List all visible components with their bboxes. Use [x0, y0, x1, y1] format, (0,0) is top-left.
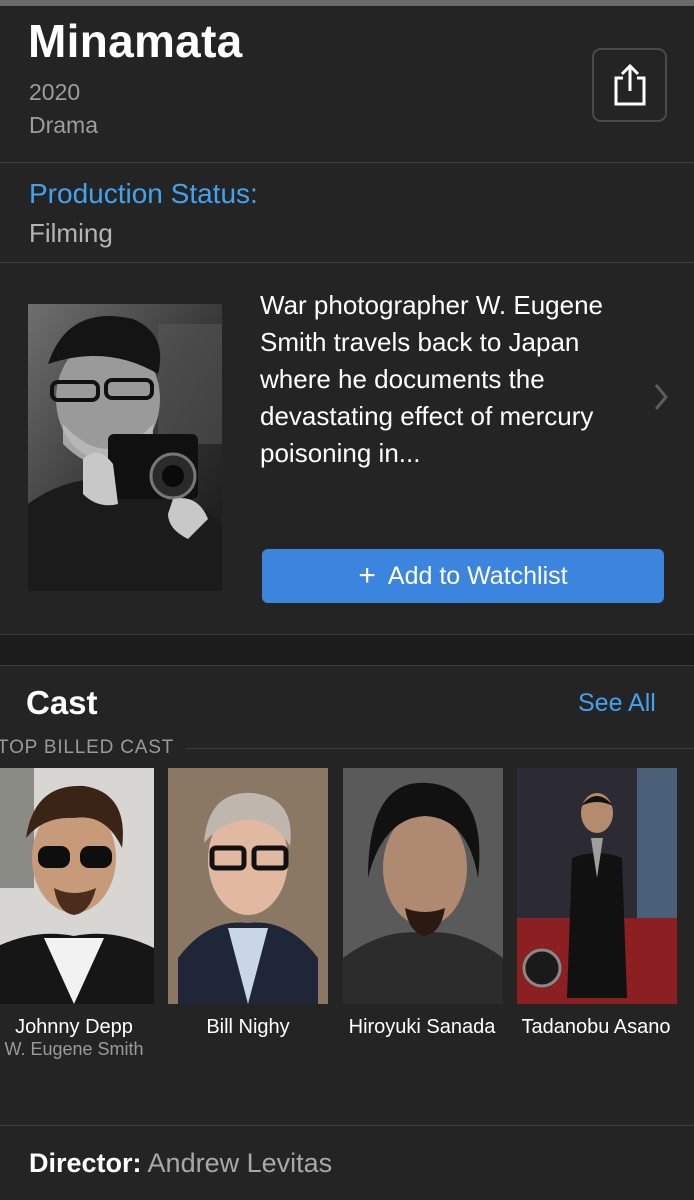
- add-to-watchlist-label: Add to Watchlist: [387, 561, 568, 590]
- director-line[interactable]: Director: Andrew Levitas: [29, 1148, 332, 1179]
- divider: [0, 162, 694, 163]
- divider: [0, 1125, 694, 1126]
- share-icon: [614, 63, 645, 106]
- production-status-label: Production Status:: [29, 178, 258, 209]
- section-separator: [0, 635, 694, 665]
- movie-year: 2020: [29, 79, 81, 105]
- cast-name-bill-nighy[interactable]: Bill Nighy: [163, 1016, 333, 1039]
- movie-genre: Drama: [29, 112, 99, 138]
- share-button[interactable]: [592, 48, 667, 122]
- cast-name-johnny-depp[interactable]: Johnny Depp: [0, 1016, 159, 1039]
- add-to-watchlist-button[interactable]: + Add to Watchlist: [262, 549, 664, 603]
- movie-title: Minamata: [28, 15, 243, 67]
- cast-name-hiroyuki-sanada[interactable]: Hiroyuki Sanada: [337, 1016, 507, 1039]
- top-billed-cast-label: TOP BILLED CAST: [0, 737, 175, 758]
- plus-icon: +: [358, 559, 376, 592]
- cast-name-tadanobu-asano[interactable]: Tadanobu Asano: [511, 1016, 681, 1039]
- divider: [0, 262, 694, 263]
- cast-photo-bill-nighy[interactable]: [168, 768, 328, 1004]
- director-name[interactable]: Andrew Levitas: [148, 1148, 333, 1178]
- divider: [186, 748, 694, 749]
- cast-photo-hiroyuki-sanada[interactable]: [343, 768, 503, 1004]
- see-all-link[interactable]: See All: [578, 689, 656, 718]
- director-label: Director:: [29, 1148, 142, 1178]
- chevron-right-icon[interactable]: [654, 383, 668, 416]
- top-edge-strip: [0, 0, 694, 6]
- cast-role-johnny-depp: W. Eugene Smith: [4, 1039, 144, 1059]
- cast-photo-tadanobu-asano[interactable]: [517, 768, 677, 1004]
- divider: [0, 665, 694, 666]
- cast-heading: Cast: [26, 684, 98, 721]
- cast-photo-johnny-depp[interactable]: [0, 768, 154, 1004]
- synopsis-text[interactable]: War photographer W. Eugene Smith travels…: [260, 287, 640, 472]
- production-status-value: Filming: [29, 218, 113, 248]
- movie-poster[interactable]: [28, 304, 222, 591]
